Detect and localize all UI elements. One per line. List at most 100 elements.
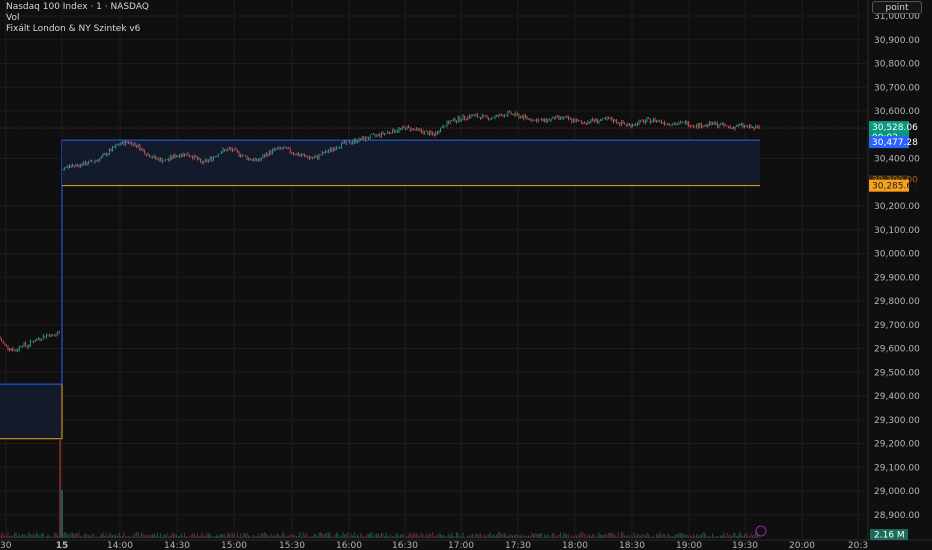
volume-bar <box>47 534 49 538</box>
x-tick-label: 20:3 <box>848 541 868 550</box>
volume-bar <box>585 536 587 538</box>
prev-level-zone <box>0 384 62 439</box>
chart-title: Nasdaq 100 Index · 1 · NASDAQ <box>6 2 149 12</box>
y-tick-label: 30,200.00 <box>874 202 920 212</box>
volume-bar <box>596 536 598 538</box>
volume-bar <box>320 532 322 538</box>
volume-bar <box>427 535 429 538</box>
volume-bar <box>299 532 301 538</box>
volume-bar <box>344 534 346 538</box>
volume-bar <box>515 534 517 538</box>
volume-bar <box>355 535 357 538</box>
volume-bar <box>236 532 238 538</box>
volume-bar <box>747 535 749 538</box>
volume-bar <box>12 535 14 538</box>
y-tick-label: 29,900.00 <box>874 273 920 283</box>
volume-bar <box>308 536 310 538</box>
volume-bar <box>89 536 91 538</box>
event-icon[interactable] <box>755 525 767 537</box>
volume-bar <box>265 533 267 538</box>
volume-bar <box>419 535 421 538</box>
volume-bar <box>73 534 75 538</box>
volume-bar <box>384 535 386 538</box>
volume-bar <box>276 533 278 538</box>
volume-bar <box>662 533 664 538</box>
volume-bar <box>105 532 107 538</box>
volume-bar <box>220 533 222 538</box>
volume-bar <box>628 536 630 538</box>
volume-bar <box>646 532 648 538</box>
volume-bar <box>507 535 509 538</box>
volume-bar <box>633 532 635 538</box>
volume-bar <box>177 535 179 538</box>
volume-bar <box>704 532 706 538</box>
x-tick-label: 18:00 <box>562 541 588 550</box>
volume-bar <box>270 533 272 538</box>
volume-bar <box>579 533 581 538</box>
volume-bar <box>339 536 341 538</box>
volume-bar <box>518 535 520 538</box>
volume-bar <box>636 533 638 538</box>
volume-bar <box>68 534 70 538</box>
volume-bar <box>171 533 173 538</box>
volume-bar <box>665 536 667 538</box>
volume-bar <box>742 535 744 538</box>
volume-bar <box>560 532 562 538</box>
volume-bar <box>201 532 203 538</box>
volume-bar <box>606 534 608 538</box>
volume-bar <box>260 533 262 538</box>
volume-bar <box>566 534 568 538</box>
volume-bar <box>476 533 478 538</box>
volume-bar <box>713 536 715 538</box>
volume-bar <box>513 535 515 538</box>
volume-bar <box>286 535 288 538</box>
volume-bar <box>368 534 370 538</box>
volume-bar <box>126 535 128 538</box>
volume-bar <box>523 536 525 538</box>
volume-bar <box>324 533 326 538</box>
volume-bar <box>65 532 67 538</box>
volume-bar <box>592 534 594 538</box>
volume-bar <box>26 536 28 538</box>
volume-bar <box>356 534 358 538</box>
volume-badge-group: 2.16 M <box>755 525 908 541</box>
volume-bar <box>86 535 88 538</box>
volume-bar <box>444 536 446 538</box>
volume-bar <box>96 536 98 538</box>
volume-bar <box>536 533 538 538</box>
scale-mode-button[interactable]: point <box>872 1 922 14</box>
volume-bar <box>438 533 440 538</box>
volume-bar <box>478 534 480 538</box>
volume-bar <box>512 535 514 538</box>
volume-bar <box>720 535 722 538</box>
orange-level-badge-text: 30,285.63 <box>872 182 918 192</box>
volume-bar <box>657 534 659 538</box>
volume-bar <box>214 536 216 538</box>
volume-bar <box>211 536 213 538</box>
volume-bar <box>217 536 219 538</box>
volume-bar <box>123 532 125 538</box>
volume-bar <box>609 532 611 538</box>
volume-bar <box>716 535 718 538</box>
volume-bar <box>83 535 85 538</box>
time-axis: 30 15 14:00 14:30 15:00 15:30 16:00 16:30 17:00 1… <box>0 539 932 550</box>
volume-bar <box>432 532 434 538</box>
volume-bar <box>723 532 725 538</box>
volume-bar <box>395 534 397 538</box>
volume-bar <box>521 534 523 538</box>
volume-bar <box>246 532 248 538</box>
volume-bar <box>25 534 27 538</box>
volume-bar <box>120 536 122 538</box>
volume-bar <box>652 535 654 538</box>
volume-bar <box>206 532 208 538</box>
volume-bar <box>185 536 187 538</box>
volume-bar <box>587 534 589 538</box>
volume-bar <box>219 534 221 538</box>
volume-bar <box>692 533 694 538</box>
volume-bar <box>304 535 306 538</box>
price-chart[interactable]: 31,000.0030,900.0030,800.0030,700.0030,6… <box>0 0 932 550</box>
volume-bar <box>436 534 438 538</box>
volume-bar <box>241 536 243 538</box>
volume-bar <box>556 535 558 538</box>
volume-bar <box>372 535 374 538</box>
